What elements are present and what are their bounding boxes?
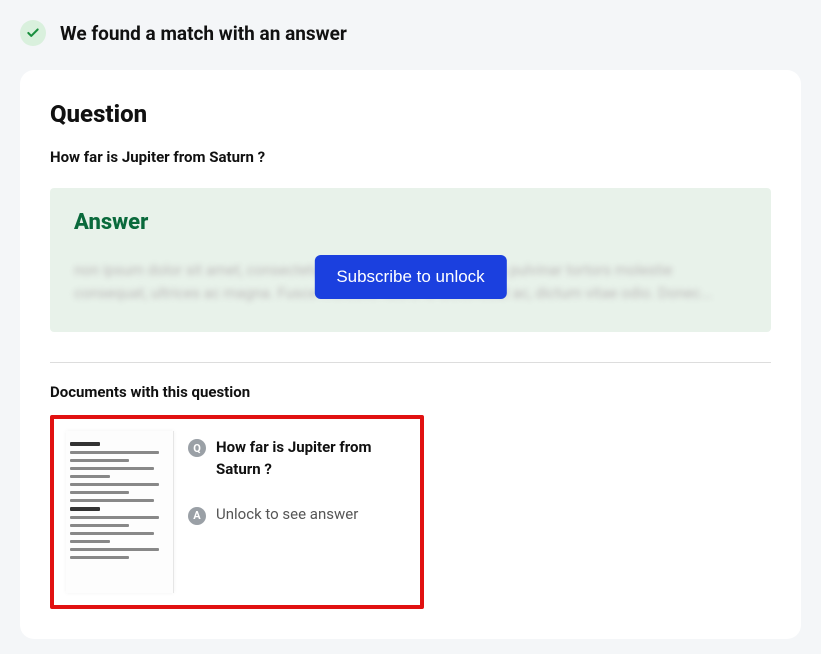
divider: [50, 362, 771, 363]
q-badge-icon: Q: [188, 439, 206, 457]
document-thumbnail: [66, 431, 174, 593]
a-badge-icon: A: [188, 507, 206, 525]
document-question-row: Q How far is Jupiter from Saturn ?: [188, 437, 408, 481]
document-info: Q How far is Jupiter from Saturn ? A Unl…: [188, 431, 408, 593]
document-card[interactable]: Q How far is Jupiter from Saturn ? A Unl…: [50, 415, 424, 609]
check-icon: [20, 20, 46, 46]
answer-label: Answer: [74, 210, 747, 235]
match-header-text: We found a match with an answer: [60, 22, 347, 45]
match-header: We found a match with an answer: [20, 20, 801, 46]
question-text: How far is Jupiter from Saturn ?: [50, 148, 771, 166]
question-label: Question: [50, 100, 771, 128]
answer-panel: Answer non ipsum dolor sit amet, consect…: [50, 188, 771, 332]
document-answer-teaser: Unlock to see answer: [216, 505, 358, 523]
documents-label: Documents with this question: [50, 383, 771, 401]
main-card: Question How far is Jupiter from Saturn …: [20, 70, 801, 639]
document-answer-row: A Unlock to see answer: [188, 505, 408, 525]
document-question-text: How far is Jupiter from Saturn ?: [216, 437, 408, 481]
subscribe-button[interactable]: Subscribe to unlock: [314, 255, 506, 299]
